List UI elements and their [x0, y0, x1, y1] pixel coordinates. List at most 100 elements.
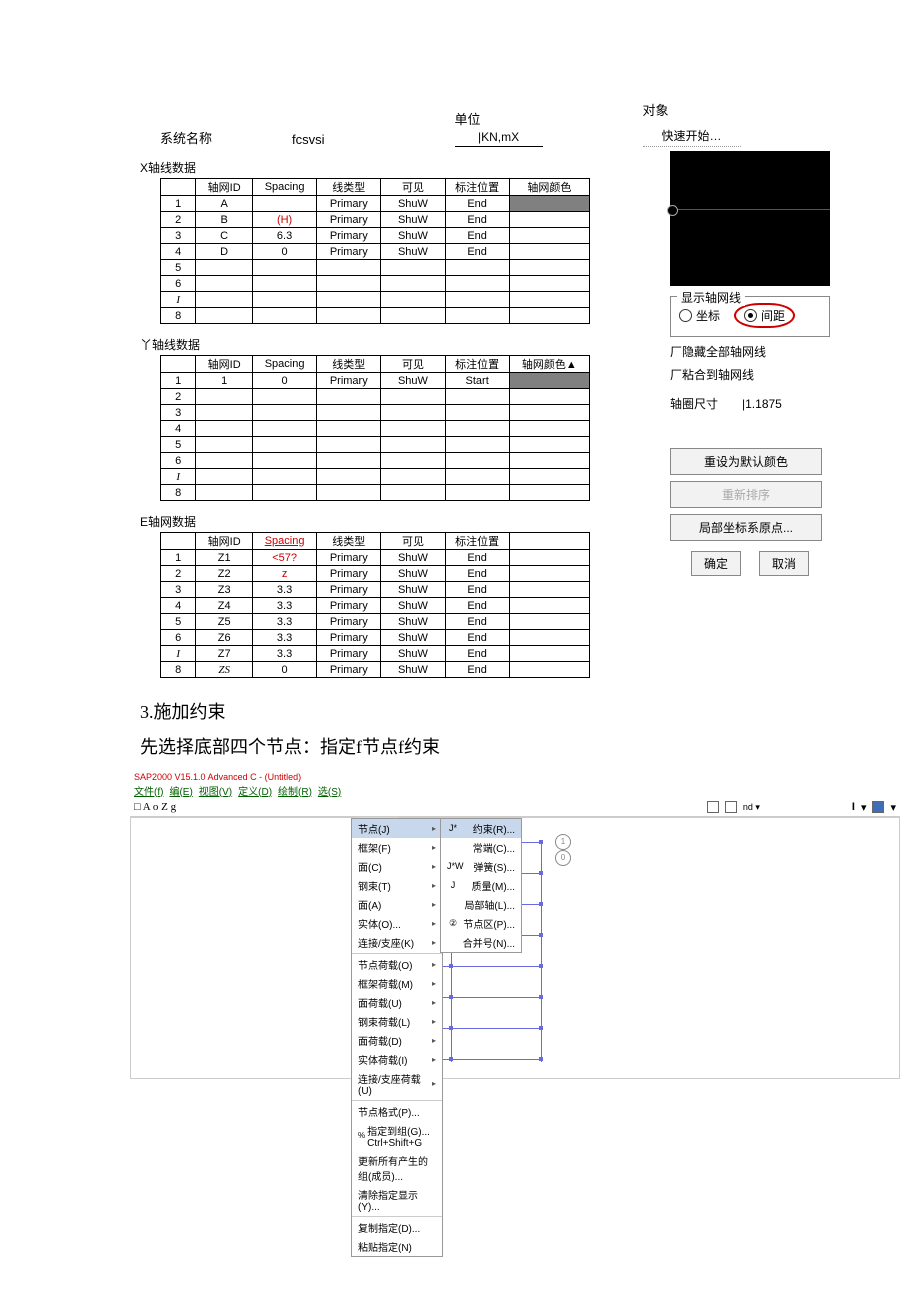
toolbar-icon-blue[interactable] — [872, 801, 884, 813]
section-3-body: 先选择底部四个节点：指定f节点f约束 — [140, 733, 880, 762]
local-origin-button[interactable]: 局部坐标系原点... — [670, 514, 822, 541]
table-row[interactable]: 5 — [161, 260, 590, 276]
menu-item[interactable]: 更新所有产生的组(成员)... — [352, 1151, 442, 1185]
table-row[interactable]: IZ73.3PrimaryShuWEnd — [161, 646, 590, 662]
x-grid-table[interactable]: 轴网IDSpacing线类型可见标注位置轴网颜色1APrimaryShuWEnd… — [160, 178, 590, 324]
table-row[interactable]: 3 — [161, 405, 590, 421]
menu-item[interactable]: 节点荷载(O) — [352, 955, 442, 974]
show-gridline-group: 显示轴网线 坐标 间距 — [670, 296, 830, 337]
unit-label: 单位 — [455, 109, 543, 128]
toolbar-icon[interactable] — [707, 801, 719, 813]
sap-screenshot: SAP2000 V15.1.0 Advanced C - (Untitled) … — [130, 772, 900, 1079]
table-row[interactable]: 5 — [161, 437, 590, 453]
snap-to-gridlines[interactable]: 厂粘合到轴网线 — [670, 366, 830, 383]
x-grid-title: X轴线数据 — [140, 159, 620, 176]
table-row[interactable]: 6Z63.3PrimaryShuWEnd — [161, 630, 590, 646]
submenu-item[interactable]: 常端(C)... — [441, 838, 521, 857]
table-row[interactable]: 110PrimaryShuWStart — [161, 373, 590, 389]
bubble-size-label: 轴圈尺寸 — [670, 395, 718, 412]
y-grid-table[interactable]: 轴网IDSpacing线类型可见标注位置轴网颜色▲110PrimaryShuWS… — [160, 355, 590, 501]
menu-item[interactable]: %指定到组(G)... Ctrl+Shift+G — [352, 1121, 442, 1151]
axis-bubble: 1 — [555, 834, 571, 850]
e-grid-table[interactable]: 轴网IDSpacing线类型可见标注位置1Z1<57?PrimaryShuWEn… — [160, 532, 590, 678]
menu-item[interactable]: 面(A) — [352, 895, 442, 914]
menubar-item[interactable]: 文件(f) — [134, 787, 163, 798]
table-row[interactable]: 3Z33.3PrimaryShuWEnd — [161, 582, 590, 598]
menu-item[interactable]: 复制指定(D)... — [352, 1218, 442, 1237]
toolbar-glyphs[interactable]: □ A o Z g — [134, 801, 176, 813]
table-row[interactable]: 2 — [161, 389, 590, 405]
menu-item[interactable]: 面荷载(D) — [352, 1031, 442, 1050]
grid-preview — [670, 151, 830, 286]
section-3-heading: 3.施加约束 — [140, 698, 880, 727]
menu-item[interactable]: 节点(J) — [352, 819, 442, 838]
menu-item[interactable]: 连接/支座(K) — [352, 933, 442, 952]
axis-bubble: 0 — [555, 850, 571, 866]
menu-item[interactable]: 实体(O)... — [352, 914, 442, 933]
hide-all-gridlines[interactable]: 厂隐藏全部轴网线 — [670, 343, 830, 360]
table-row[interactable]: 6 — [161, 453, 590, 469]
table-row[interactable]: 4Z43.3PrimaryShuWEnd — [161, 598, 590, 614]
table-row[interactable]: 8ZS0PrimaryShuWEnd — [161, 662, 590, 678]
toolbar-icon[interactable] — [725, 801, 737, 813]
submenu-item[interactable]: ②节点区(P)... — [441, 914, 521, 933]
menubar-item[interactable]: 视图(V) — [199, 787, 232, 798]
submenu-item[interactable]: 局部轴(L)... — [441, 895, 521, 914]
menu-item[interactable]: 钢束荷载(L) — [352, 1012, 442, 1031]
reorder-button[interactable]: 重新排序 — [670, 481, 822, 508]
toolbar-dropdown[interactable]: nd ▾ — [743, 802, 760, 813]
cancel-button[interactable]: 取消 — [759, 551, 809, 576]
menubar-item[interactable]: 选(S) — [318, 787, 341, 798]
menubar-item[interactable]: 绘制(R) — [278, 787, 312, 798]
table-row[interactable]: 8 — [161, 308, 590, 324]
system-name-value: fcsvsi — [292, 132, 325, 147]
quick-start-button[interactable]: 快速开始… — [643, 125, 741, 147]
menubar-item[interactable]: 编(E) — [169, 787, 192, 798]
table-row[interactable]: 4D0PrimaryShuWEnd — [161, 244, 590, 260]
radio-coord[interactable]: 坐标 — [679, 307, 720, 324]
submenu-item[interactable]: J*约束(R)... — [441, 819, 521, 838]
e-grid-title: E轴网数据 — [140, 513, 620, 530]
show-gridline-legend: 显示轴网线 — [677, 289, 745, 306]
table-row[interactable]: I — [161, 469, 590, 485]
table-row[interactable]: 1Z1<57?PrimaryShuWEnd — [161, 550, 590, 566]
header-row: 系统名称 fcsvsi 单位 |KN,mX 对象 快速开始… — [160, 100, 880, 147]
y-grid-title: 丫轴线数据 — [140, 336, 620, 353]
bubble-size-value[interactable]: |1.1875 — [742, 397, 782, 411]
menu-item[interactable]: 框架荷载(M) — [352, 974, 442, 993]
joint-submenu[interactable]: J*约束(R)...常端(C)...J*W弹簧(S)...J质量(M)...局部… — [440, 818, 522, 953]
sap-menubar[interactable]: 文件(f) 编(E) 视图(V) 定义(D) 绘制(R) 选(S) — [134, 782, 900, 799]
table-row[interactable]: 6 — [161, 276, 590, 292]
menu-item[interactable]: 面荷载(U) — [352, 993, 442, 1012]
system-name-label: 系统名称 — [160, 128, 212, 147]
reset-colors-button[interactable]: 重设为默认颜色 — [670, 448, 822, 475]
menu-item[interactable]: 面(C) — [352, 857, 442, 876]
table-row[interactable]: 3C6.3PrimaryShuWEnd — [161, 228, 590, 244]
menu-item[interactable]: 清除指定显示(Y)... — [352, 1185, 442, 1215]
submenu-item[interactable]: J*W弹簧(S)... — [441, 857, 521, 876]
y-grid-section: 丫轴线数据 轴网IDSpacing线类型可见标注位置轴网颜色▲110Primar… — [160, 336, 620, 501]
menu-item[interactable]: 粘贴指定(N) — [352, 1237, 442, 1256]
table-row[interactable]: 8 — [161, 485, 590, 501]
menu-item[interactable]: 钢束(T) — [352, 876, 442, 895]
table-row[interactable]: 4 — [161, 421, 590, 437]
menu-item[interactable]: 实体荷载(I) — [352, 1050, 442, 1069]
unit-value[interactable]: |KN,mX — [455, 128, 543, 147]
radio-spacing[interactable]: 间距 — [734, 303, 795, 328]
table-row[interactable]: 2B(H)PrimaryShuWEnd — [161, 212, 590, 228]
menu-item[interactable]: 连接/支座荷载(U) — [352, 1069, 442, 1099]
submenu-item[interactable]: J质量(M)... — [441, 876, 521, 895]
assign-menu[interactable]: 节点(J)框架(F)面(C)钢束(T)面(A)实体(O)...连接/支座(K) 节… — [351, 818, 443, 1257]
menu-item[interactable]: 框架(F) — [352, 838, 442, 857]
submenu-item[interactable]: 合并号(N)... — [441, 933, 521, 952]
menubar-item[interactable]: 定义(D) — [238, 787, 272, 798]
table-row[interactable]: 1APrimaryShuWEnd — [161, 196, 590, 212]
table-row[interactable]: 5Z53.3PrimaryShuWEnd — [161, 614, 590, 630]
sap-toolbar[interactable]: □ A o Z g nd ▾ I ▾ ▾ — [130, 799, 900, 817]
table-row[interactable]: I — [161, 292, 590, 308]
sap-window-title: SAP2000 V15.1.0 Advanced C - (Untitled) — [134, 772, 900, 782]
ok-button[interactable]: 确定 — [691, 551, 741, 576]
menu-item[interactable]: 节点格式(P)... — [352, 1102, 442, 1121]
table-row[interactable]: 2Z2zPrimaryShuWEnd — [161, 566, 590, 582]
x-grid-section: X轴线数据 轴网IDSpacing线类型可见标注位置轴网颜色1APrimaryS… — [160, 159, 620, 324]
